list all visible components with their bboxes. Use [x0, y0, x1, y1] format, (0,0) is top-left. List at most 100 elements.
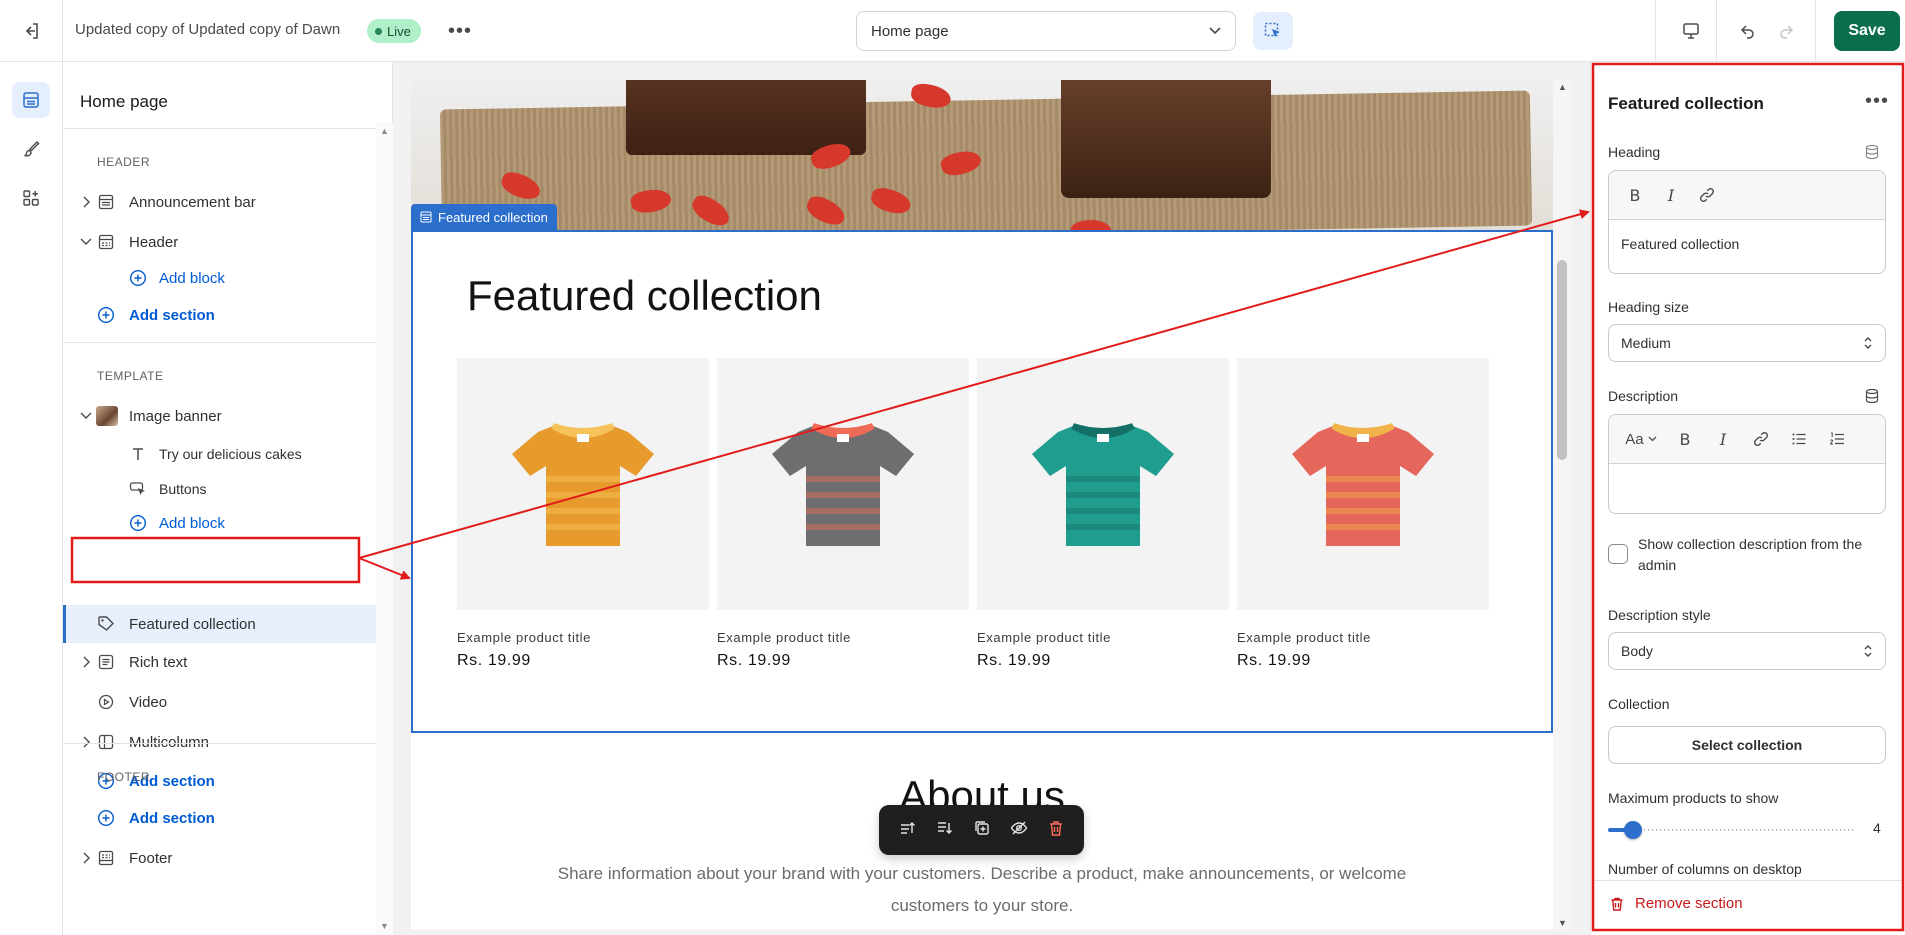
settings-more-button[interactable]: •••	[1865, 90, 1889, 113]
database-icon[interactable]	[1864, 388, 1880, 404]
header-add-block-button[interactable]: Add block	[63, 260, 376, 296]
description-editor[interactable]: Aa B I	[1608, 414, 1886, 514]
heading-input[interactable]: Featured collection	[1609, 220, 1885, 268]
undo-button[interactable]	[1733, 16, 1763, 46]
description-input[interactable]	[1609, 464, 1885, 496]
link-button[interactable]	[1745, 424, 1777, 454]
save-button[interactable]: Save	[1834, 11, 1900, 51]
product-title[interactable]: Example product title	[1237, 630, 1489, 645]
text-format-dropdown[interactable]: Aa	[1619, 424, 1663, 454]
header-add-section-button[interactable]: Add section	[63, 297, 376, 333]
description-style-value: Body	[1621, 643, 1653, 659]
burlap-texture	[439, 90, 1533, 230]
product-price: Rs. 19.99	[457, 652, 531, 669]
bold-button[interactable]: B	[1669, 424, 1701, 454]
device-preview-button[interactable]	[1676, 16, 1706, 46]
move-up-button[interactable]	[899, 819, 917, 842]
inspector-toggle-button[interactable]	[1253, 12, 1293, 50]
slider-track	[1608, 829, 1856, 831]
show-description-checkbox[interactable]	[1608, 544, 1628, 564]
apps-nav-button[interactable]	[12, 180, 50, 216]
product-image[interactable]	[457, 358, 709, 610]
italic-button[interactable]: I	[1655, 180, 1687, 210]
store-preview[interactable]: Featured collection Featured collection …	[411, 80, 1553, 930]
select-collection-button[interactable]: Select collection	[1608, 726, 1886, 764]
scroll-up-icon[interactable]: ▲	[380, 126, 389, 136]
show-description-label: Show collection description from the adm…	[1638, 536, 1863, 573]
chevron-right-icon[interactable]	[80, 196, 92, 208]
section-tag[interactable]: Featured collection	[411, 204, 557, 230]
sidebar-item-label: Rich text	[129, 653, 188, 671]
footer-add-section-button[interactable]: Add section	[63, 800, 376, 836]
select-arrows-icon	[1864, 337, 1872, 349]
database-icon[interactable]	[1864, 144, 1880, 160]
heading-editor[interactable]: B I Featured collection	[1608, 170, 1886, 274]
more-actions-button[interactable]: •••	[446, 18, 474, 44]
link-button[interactable]	[1691, 180, 1723, 210]
chevron-right-icon[interactable]	[80, 736, 92, 748]
add-section-label: Add section	[129, 809, 215, 827]
redo-button[interactable]	[1771, 16, 1801, 46]
product-image[interactable]	[717, 358, 969, 610]
plus-circle-icon	[129, 269, 147, 287]
sidebar-scrollbar[interactable]: ▲ ▼	[376, 122, 393, 935]
chevron-right-icon[interactable]	[80, 656, 92, 668]
exit-button[interactable]	[14, 16, 48, 46]
scrollbar-thumb[interactable]	[1557, 260, 1567, 460]
product-title[interactable]: Example product title	[717, 630, 969, 645]
product-card[interactable]: Example product title Rs. 19.99	[457, 358, 709, 670]
featured-collection-section[interactable]: Featured collection Example product titl…	[411, 230, 1553, 733]
product-image[interactable]	[1237, 358, 1489, 610]
sidebar-item-multicolumn[interactable]: Multicolumn	[63, 724, 376, 760]
product-title[interactable]: Example product title	[457, 630, 709, 645]
sidebar-item-footer[interactable]: Footer	[63, 840, 376, 876]
delete-button[interactable]	[1047, 819, 1065, 842]
status-badge: Live	[367, 19, 421, 43]
block-label: Buttons	[159, 481, 207, 497]
product-card[interactable]: Example product title Rs. 19.99	[1237, 358, 1489, 670]
sidebar-block-banner-text[interactable]: Try our delicious cakes	[63, 436, 376, 472]
bold-button[interactable]: B	[1619, 180, 1651, 210]
description-style-select[interactable]: Body	[1608, 632, 1886, 670]
remove-section-button[interactable]: Remove section	[1609, 895, 1743, 912]
chevron-down-icon[interactable]	[80, 236, 92, 248]
about-text: Share information about your brand with …	[557, 864, 1407, 915]
move-down-button[interactable]	[936, 819, 954, 842]
heading-size-select[interactable]: Medium	[1608, 324, 1886, 362]
live-dot-icon	[375, 27, 382, 35]
product-title[interactable]: Example product title	[977, 630, 1229, 645]
hide-button[interactable]	[1010, 819, 1028, 842]
product-image[interactable]	[977, 358, 1229, 610]
image-banner[interactable]	[411, 80, 1553, 230]
chevron-down-icon[interactable]	[80, 410, 92, 422]
sidebar-block-buttons[interactable]: Buttons	[63, 471, 376, 507]
paintbrush-icon	[24, 141, 40, 157]
duplicate-button[interactable]	[973, 819, 991, 842]
sidebar-item-image-banner[interactable]: Image banner	[63, 398, 376, 434]
preview-scrollbar[interactable]: ▲ ▼	[1553, 80, 1571, 930]
chevron-right-icon[interactable]	[80, 852, 92, 864]
show-description-checkbox-row[interactable]: Show collection description from the adm…	[1608, 534, 1886, 576]
scroll-down-icon[interactable]: ▼	[1558, 918, 1567, 928]
banner-add-block-button[interactable]: Add block	[63, 505, 376, 541]
sidebar-item-announcement-bar[interactable]: Announcement bar	[63, 184, 376, 220]
button-cursor-icon	[129, 480, 147, 498]
sidebar-item-header[interactable]: Header	[63, 224, 376, 260]
numbered-list-button[interactable]	[1821, 424, 1853, 454]
product-card[interactable]: Example product title Rs. 19.99	[717, 358, 969, 670]
sections-nav-button[interactable]	[12, 82, 50, 118]
max-products-slider[interactable]	[1608, 820, 1856, 840]
section-settings-panel: Featured collection ••• Heading B I Feat…	[1590, 62, 1905, 935]
section-icon	[420, 211, 432, 223]
scroll-up-icon[interactable]: ▲	[1558, 82, 1567, 92]
italic-button[interactable]: I	[1707, 424, 1739, 454]
sidebar-item-featured-collection[interactable]: Featured collection	[63, 605, 376, 643]
slider-thumb[interactable]	[1623, 821, 1642, 839]
product-card[interactable]: Example product title Rs. 19.99	[977, 358, 1229, 670]
bullet-list-button[interactable]	[1783, 424, 1815, 454]
sidebar-item-rich-text[interactable]: Rich text	[63, 644, 376, 680]
sidebar-item-video[interactable]: Video	[63, 684, 376, 720]
page-select[interactable]: Home page	[856, 11, 1236, 51]
theme-settings-nav-button[interactable]	[12, 131, 50, 167]
scroll-down-icon[interactable]: ▼	[380, 921, 389, 931]
